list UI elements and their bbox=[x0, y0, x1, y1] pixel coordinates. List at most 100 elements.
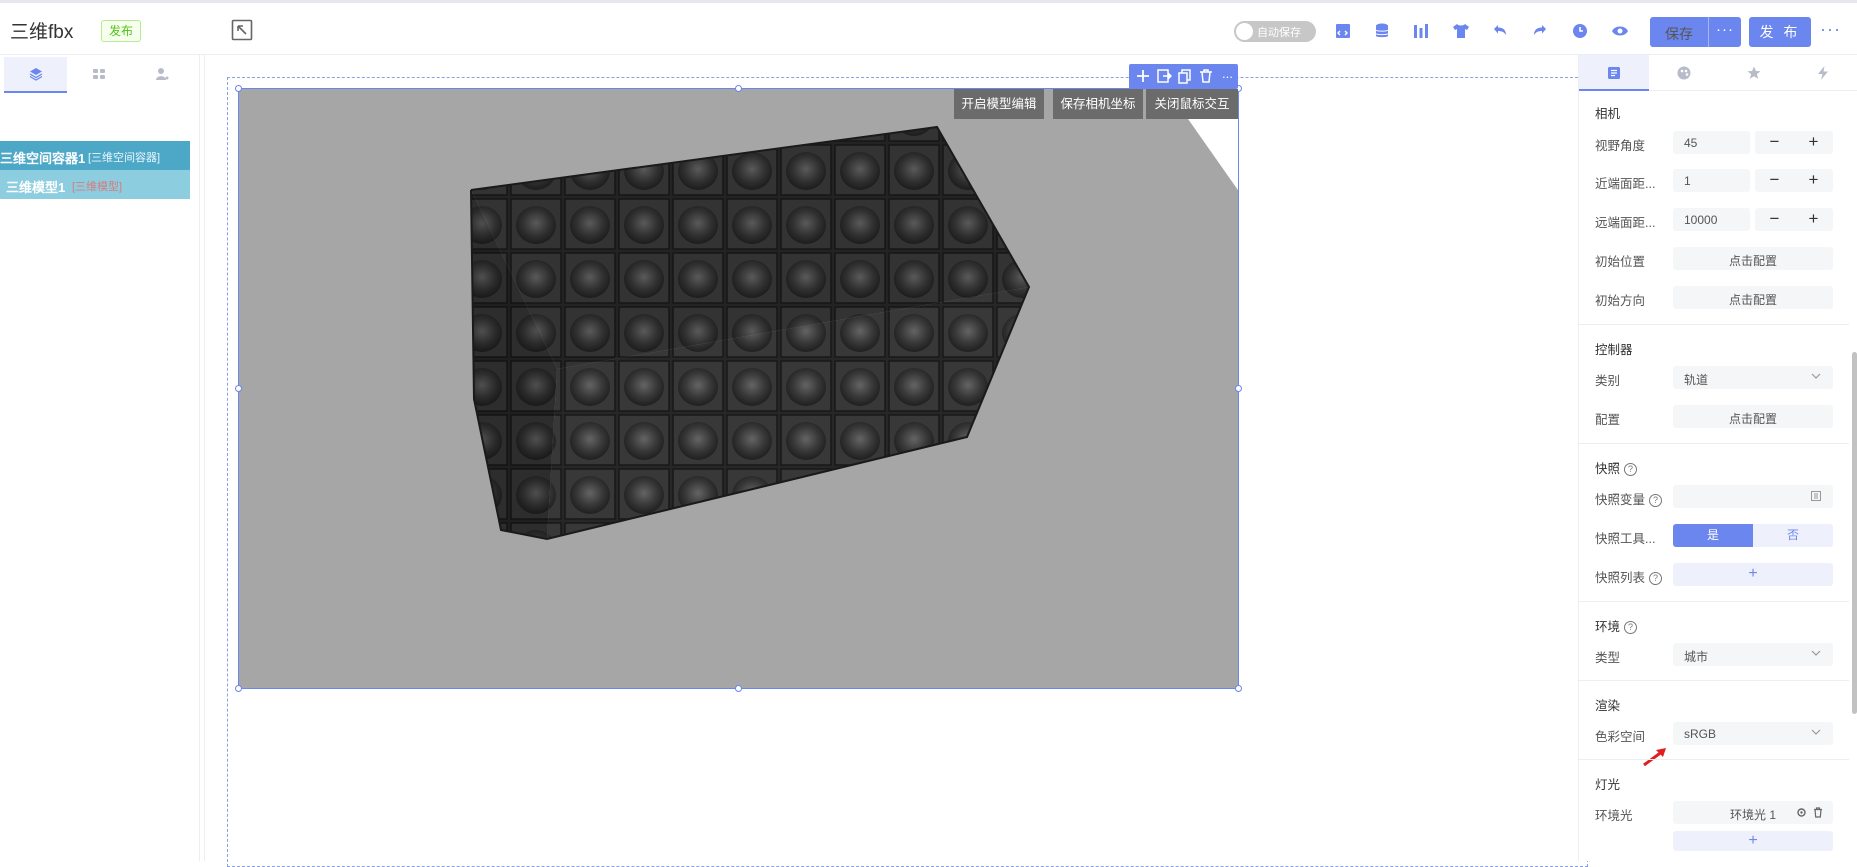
code-page-icon[interactable] bbox=[1333, 21, 1353, 41]
database-icon[interactable] bbox=[1372, 21, 1392, 41]
section-divider bbox=[1579, 759, 1849, 760]
right-panel-scrollbar[interactable] bbox=[1852, 352, 1857, 714]
plus-button[interactable]: + bbox=[1794, 132, 1833, 152]
delete-icon[interactable] bbox=[1198, 68, 1214, 84]
save-more-button[interactable]: ··· bbox=[1709, 21, 1741, 38]
right-panel: 相机 视野角度 45 − + 近端面距... 1 − + 远端面距... 10000… bbox=[1578, 55, 1857, 861]
far-plane-input[interactable]: 10000 bbox=[1673, 208, 1750, 231]
tab-events[interactable] bbox=[1788, 55, 1857, 91]
plus-button[interactable]: + bbox=[1794, 170, 1833, 190]
save-camera-position-button[interactable]: 保存相机坐标 bbox=[1053, 89, 1143, 119]
tab-favorites[interactable] bbox=[1719, 55, 1789, 91]
tab-style[interactable] bbox=[1649, 55, 1719, 91]
publish-button[interactable]: 发 布 bbox=[1749, 17, 1811, 47]
far-plane-stepper[interactable]: − + bbox=[1755, 208, 1833, 231]
section-divider bbox=[1579, 324, 1849, 325]
help-icon[interactable]: ? bbox=[1649, 572, 1663, 585]
top-more-menu[interactable]: ··· bbox=[1820, 19, 1841, 40]
variable-picker-icon[interactable] bbox=[1811, 491, 1821, 501]
tab-components[interactable] bbox=[67, 57, 130, 93]
resize-handle[interactable] bbox=[235, 685, 242, 692]
initial-direction-config-button[interactable]: 点击配置 bbox=[1673, 286, 1833, 309]
help-icon[interactable]: ? bbox=[1624, 621, 1638, 634]
toolbar-more-button[interactable]: ... bbox=[1222, 66, 1233, 81]
save-button[interactable]: 保存 bbox=[1650, 24, 1708, 44]
resize-handle[interactable] bbox=[1235, 685, 1242, 692]
lightning-icon bbox=[1818, 66, 1828, 80]
publish-status-badge: 发布 bbox=[101, 20, 142, 42]
tree-item-name: 三维空间容器1 bbox=[0, 151, 86, 166]
section-divider bbox=[1579, 601, 1849, 602]
tree-item-space-container[interactable]: 三维空间容器1 [三维空间容器] bbox=[0, 141, 190, 170]
add-light-button[interactable]: + bbox=[1673, 831, 1833, 851]
initial-position-label: 初始位置 bbox=[1595, 255, 1646, 269]
minus-button[interactable]: − bbox=[1755, 170, 1794, 190]
tab-properties[interactable] bbox=[1579, 55, 1649, 91]
resize-handle[interactable] bbox=[735, 685, 742, 692]
tab-layers[interactable] bbox=[4, 57, 67, 93]
save-button-group: 保存 ··· bbox=[1650, 17, 1741, 47]
move-out-icon[interactable] bbox=[1156, 68, 1173, 84]
user-icon bbox=[156, 68, 169, 80]
right-tabs bbox=[1579, 55, 1857, 91]
ambient-light-item[interactable]: 环境光 1 bbox=[1673, 801, 1833, 824]
controller-config-button[interactable]: 点击配置 bbox=[1673, 405, 1833, 428]
select-tool-icon[interactable] bbox=[230, 18, 254, 42]
palette-icon bbox=[1677, 66, 1691, 80]
resize-handle[interactable] bbox=[235, 385, 242, 392]
help-icon[interactable]: ? bbox=[1624, 463, 1638, 476]
controller-type-select[interactable]: 轨道 bbox=[1673, 366, 1833, 389]
colorspace-select[interactable]: sRGB bbox=[1673, 722, 1833, 745]
disable-mouse-interaction-button[interactable]: 关闭鼠标交互 bbox=[1146, 89, 1238, 119]
tree-item-type: [三维模型] bbox=[72, 181, 123, 193]
fov-input[interactable]: 45 bbox=[1673, 131, 1750, 154]
history-clock-icon[interactable] bbox=[1570, 21, 1590, 41]
plus-button[interactable]: + bbox=[1794, 209, 1833, 229]
minus-button[interactable]: − bbox=[1755, 209, 1794, 229]
near-plane-stepper[interactable]: − + bbox=[1755, 169, 1833, 192]
align-bars-icon[interactable] bbox=[1411, 21, 1431, 41]
snapshot-variable-input[interactable] bbox=[1673, 485, 1833, 508]
initial-position-config-button[interactable]: 点击配置 bbox=[1673, 247, 1833, 270]
undo-icon[interactable] bbox=[1490, 21, 1510, 41]
fov-stepper[interactable]: − + bbox=[1755, 131, 1833, 154]
colorspace-label: 色彩空间 bbox=[1595, 730, 1646, 744]
snapshot-tool-no[interactable]: 否 bbox=[1753, 524, 1833, 547]
section-divider bbox=[1579, 443, 1849, 444]
section-title-light: 灯光 bbox=[1595, 778, 1621, 792]
snapshot-tool-yes[interactable]: 是 bbox=[1673, 524, 1753, 547]
help-icon[interactable]: ? bbox=[1649, 494, 1663, 507]
theme-shirt-icon[interactable] bbox=[1451, 21, 1471, 41]
tree-item-model[interactable]: 三维模型1 [三维模型] bbox=[0, 170, 190, 199]
component-toolbar: ... bbox=[1129, 64, 1238, 89]
resize-handle[interactable] bbox=[735, 85, 742, 92]
resize-handle[interactable] bbox=[235, 85, 242, 92]
enable-model-edit-button[interactable]: 开启模型编辑 bbox=[954, 89, 1044, 119]
far-plane-label: 远端面距... bbox=[1595, 216, 1656, 230]
3d-viewport[interactable] bbox=[238, 88, 1239, 689]
tree-item-name: 三维模型1 bbox=[6, 180, 66, 195]
resize-handle[interactable] bbox=[1235, 385, 1242, 392]
copy-icon[interactable] bbox=[1177, 68, 1193, 84]
minus-button[interactable]: − bbox=[1755, 132, 1794, 152]
autosave-toggle[interactable]: 自动保存 bbox=[1234, 21, 1316, 42]
3d-model-render bbox=[470, 89, 1238, 541]
red-arrow-annotation bbox=[1643, 748, 1666, 767]
fov-label: 视野角度 bbox=[1595, 139, 1646, 153]
controller-type-label: 类别 bbox=[1595, 374, 1621, 388]
redo-icon[interactable] bbox=[1530, 21, 1550, 41]
settings-gear-icon[interactable] bbox=[1796, 807, 1807, 818]
initial-direction-label: 初始方向 bbox=[1595, 294, 1646, 308]
preview-eye-icon[interactable] bbox=[1610, 21, 1630, 41]
controller-config-label: 配置 bbox=[1595, 413, 1621, 427]
trash-icon[interactable] bbox=[1813, 807, 1823, 818]
section-title-snapshot: 快照? bbox=[1595, 458, 1638, 477]
left-tabs bbox=[4, 57, 193, 93]
tab-users[interactable] bbox=[130, 57, 193, 93]
add-icon[interactable] bbox=[1135, 68, 1151, 84]
environment-type-select[interactable]: 城市 bbox=[1673, 643, 1833, 666]
near-plane-input[interactable]: 1 bbox=[1673, 169, 1750, 192]
add-snapshot-button[interactable]: + bbox=[1673, 563, 1833, 586]
section-title-controller: 控制器 bbox=[1595, 343, 1633, 357]
section-title-environment: 环境? bbox=[1595, 616, 1638, 635]
